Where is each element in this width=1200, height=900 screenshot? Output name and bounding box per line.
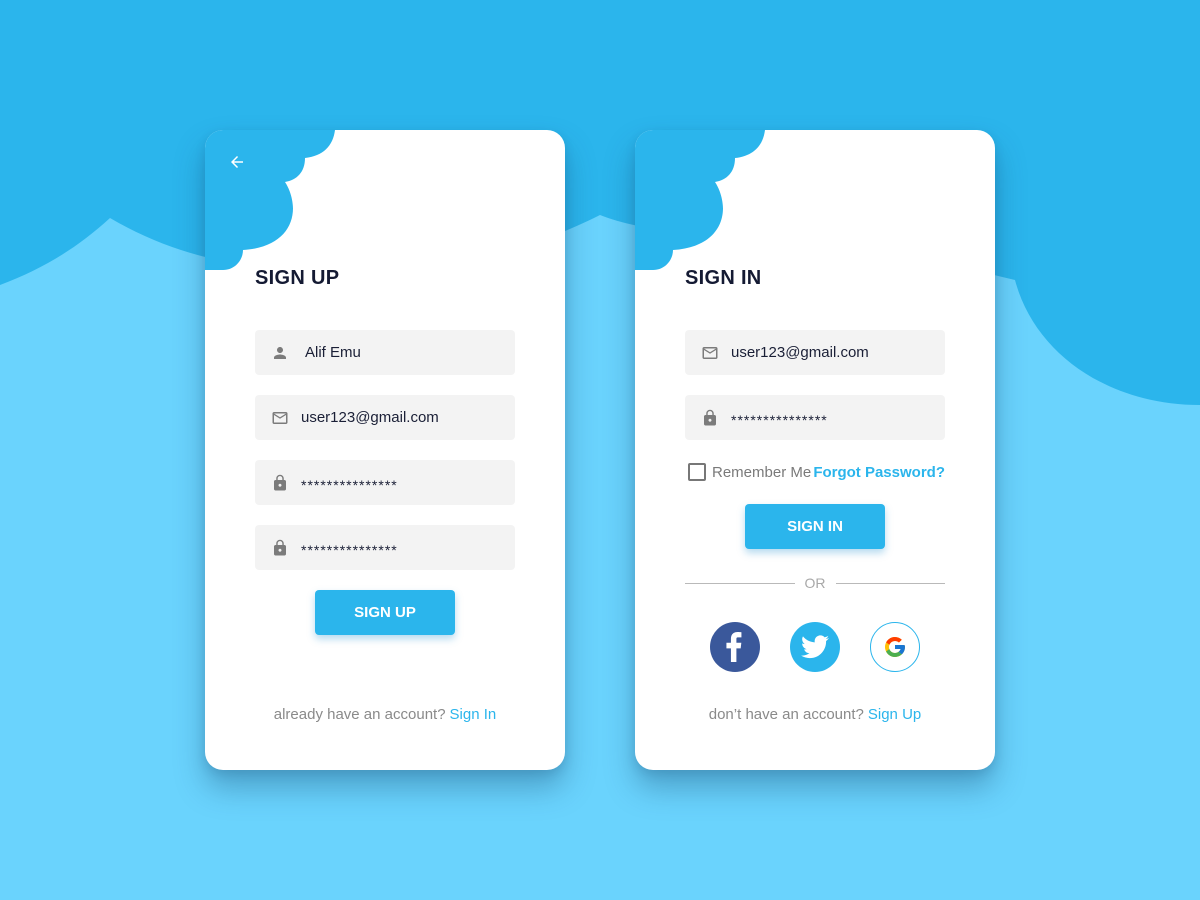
google-icon	[885, 637, 905, 657]
twitter-button[interactable]	[790, 622, 840, 672]
password-value: ***************	[301, 476, 398, 493]
email-value: user123@gmail.com	[301, 409, 439, 426]
email-field[interactable]: user123@gmail.com	[255, 395, 515, 440]
password-value: ***************	[731, 411, 828, 428]
signup-button[interactable]: SIGN UP	[315, 590, 455, 635]
facebook-button[interactable]	[710, 622, 760, 672]
back-button[interactable]	[223, 148, 251, 176]
remember-checkbox[interactable]	[688, 463, 706, 481]
divider-rule	[835, 582, 945, 584]
signin-button[interactable]: SIGN IN	[745, 504, 885, 549]
google-button[interactable]	[870, 622, 920, 672]
lock-icon	[271, 474, 289, 492]
person-icon	[271, 344, 289, 362]
signup-card: SIGN UP Alif Emu user123@gmail.com *****…	[205, 130, 565, 770]
signin-footer: don’t have an account? Sign Up	[635, 706, 995, 723]
password-field[interactable]: ***************	[255, 460, 515, 505]
signin-title: SIGN IN	[685, 267, 762, 289]
remember-label: Remember Me	[712, 463, 812, 481]
card-corner-cloud	[635, 130, 765, 270]
password-field[interactable]: ***************	[685, 395, 945, 440]
signup-footer-text: already have an account?	[273, 706, 446, 723]
lock-icon	[701, 409, 719, 427]
twitter-icon	[801, 635, 829, 659]
confirm-password-value: ***************	[301, 541, 398, 558]
email-field[interactable]: user123@gmail.com	[685, 330, 945, 375]
or-divider: OR	[685, 574, 945, 592]
sign-up-link[interactable]: Sign Up	[868, 706, 921, 723]
facebook-icon	[726, 632, 742, 662]
divider-label: OR	[804, 575, 826, 591]
confirm-password-field[interactable]: ***************	[255, 525, 515, 570]
mail-icon	[701, 344, 719, 362]
background-clouds	[0, 0, 1200, 405]
name-field[interactable]: Alif Emu	[255, 330, 515, 375]
lock-icon	[271, 539, 289, 557]
signup-footer: already have an account? Sign In	[205, 706, 565, 723]
sign-in-link[interactable]: Sign In	[450, 706, 497, 723]
divider-rule	[685, 582, 795, 584]
arrow-left-icon	[231, 156, 243, 168]
signup-title: SIGN UP	[255, 267, 340, 289]
signin-card: SIGN IN user123@gmail.com **************…	[635, 130, 995, 770]
remember-me[interactable]: Remember Me	[688, 463, 811, 481]
mail-icon	[271, 409, 289, 427]
signin-footer-text: don’t have an account?	[708, 706, 864, 723]
name-value: Alif Emu	[305, 344, 361, 361]
forgot-password-link[interactable]: Forgot Password?	[813, 464, 945, 481]
email-value: user123@gmail.com	[731, 344, 869, 361]
